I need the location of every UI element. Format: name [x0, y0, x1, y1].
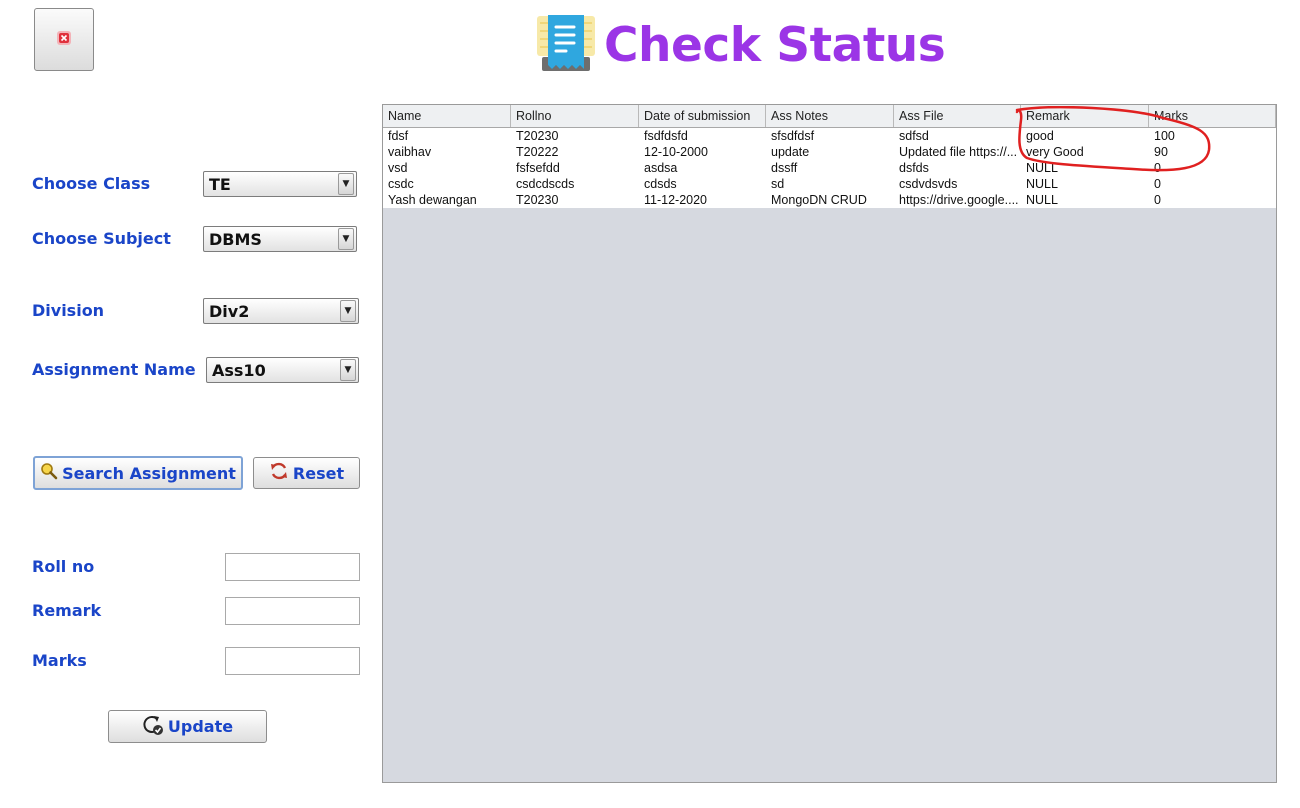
cell-remark: very Good	[1026, 145, 1084, 159]
column-header-name[interactable]: Name	[383, 105, 511, 127]
page-header: Check Status	[536, 13, 946, 77]
table-row[interactable]: vaibhav T20222 12-10-2000 update Updated…	[383, 144, 1276, 160]
update-icon	[142, 714, 164, 740]
cell-notes: MongoDN CRUD	[771, 193, 867, 207]
cell-notes: dssff	[771, 161, 798, 175]
assignment-name-label: Assignment Name	[32, 360, 196, 379]
assignments-table[interactable]: Name Rollno Date of submission Ass Notes…	[382, 104, 1277, 783]
magnifier-icon	[40, 462, 58, 484]
chevron-down-icon: ▼	[338, 173, 354, 195]
remark-input[interactable]	[225, 597, 360, 625]
column-header-notes[interactable]: Ass Notes	[766, 105, 894, 127]
close-icon	[56, 30, 72, 50]
receipt-icon	[536, 13, 596, 77]
rollno-label: Roll no	[32, 557, 95, 576]
cell-remark: NULL	[1026, 177, 1058, 191]
reset-button[interactable]: Reset	[253, 457, 360, 489]
cell-file: csdvdsvds	[899, 177, 958, 191]
subject-select-value: DBMS	[209, 229, 262, 249]
choose-class-label: Choose Class	[32, 174, 151, 193]
cell-date: asdsa	[644, 161, 678, 175]
remark-label: Remark	[32, 601, 102, 620]
reset-label: Reset	[292, 463, 345, 483]
column-header-date[interactable]: Date of submission	[639, 105, 766, 127]
search-assignment-button[interactable]: Search Assignment	[33, 456, 243, 490]
choose-subject-label: Choose Subject	[32, 229, 171, 248]
cell-file: sdfsd	[899, 129, 929, 143]
cell-date: 12-10-2000	[644, 145, 708, 159]
refresh-icon	[269, 461, 289, 485]
update-button[interactable]: Update	[108, 710, 267, 743]
chevron-down-icon: ▼	[338, 228, 354, 250]
class-select-value: TE	[209, 174, 231, 194]
table-body: fdsf T20230 fsdfdsfd sfsdfdsf sdfsd good…	[383, 128, 1276, 208]
cell-date: cdsds	[644, 177, 677, 191]
chevron-down-icon: ▼	[340, 359, 356, 381]
cell-marks: 0	[1154, 161, 1161, 175]
cell-date: 11-12-2020	[644, 193, 708, 207]
subject-select[interactable]: DBMS ▼	[203, 226, 357, 252]
cell-notes: update	[771, 145, 810, 159]
cell-rollno: T20230	[516, 193, 559, 207]
table-row[interactable]: vsd fsfsefdd asdsa dssff dsfds NULL 0	[383, 160, 1276, 176]
page-title: Check Status	[604, 17, 946, 73]
column-header-remark[interactable]: Remark	[1021, 105, 1149, 127]
cell-marks: 100	[1154, 129, 1175, 143]
table-row[interactable]: csdc csdcdscds cdsds sd csdvdsvds NULL 0	[383, 176, 1276, 192]
cell-file: Updated file https://...	[899, 145, 1018, 159]
marks-label: Marks	[32, 651, 87, 670]
rollno-input[interactable]	[225, 553, 360, 581]
update-label: Update	[167, 717, 234, 736]
cell-remark: NULL	[1026, 193, 1058, 207]
cell-marks: 90	[1154, 145, 1168, 159]
cell-name: vaibhav	[388, 145, 432, 159]
column-header-marks[interactable]: Marks	[1149, 105, 1276, 127]
cell-marks: 0	[1154, 177, 1161, 191]
division-select[interactable]: Div2 ▼	[203, 298, 359, 324]
assignment-select-value: Ass10	[212, 360, 266, 380]
cell-name: csdc	[388, 177, 414, 191]
column-header-file[interactable]: Ass File	[894, 105, 1021, 127]
cell-notes: sd	[771, 177, 785, 191]
cell-notes: sfsdfdsf	[771, 129, 815, 143]
cell-name: vsd	[388, 161, 408, 175]
division-select-value: Div2	[209, 301, 250, 321]
cell-rollno: T20230	[516, 129, 559, 143]
cell-file: dsfds	[899, 161, 929, 175]
table-header: Name Rollno Date of submission Ass Notes…	[383, 105, 1276, 128]
cell-file: https://drive.google....	[899, 193, 1019, 207]
cell-remark: NULL	[1026, 161, 1058, 175]
cell-remark: good	[1026, 129, 1054, 143]
table-row[interactable]: Yash dewangan T20230 11-12-2020 MongoDN …	[383, 192, 1276, 208]
chevron-down-icon: ▼	[340, 300, 356, 322]
cell-marks: 0	[1154, 193, 1161, 207]
cell-name: fdsf	[388, 129, 409, 143]
cell-rollno: csdcdscds	[516, 177, 575, 191]
class-select[interactable]: TE ▼	[203, 171, 357, 197]
marks-input[interactable]	[225, 647, 360, 675]
search-assignment-label: Search Assignment	[62, 463, 236, 483]
cell-date: fsdfdsfd	[644, 129, 688, 143]
division-label: Division	[32, 301, 105, 320]
cell-name: Yash dewangan	[388, 193, 477, 207]
column-header-rollno[interactable]: Rollno	[511, 105, 639, 127]
close-button[interactable]	[34, 8, 94, 71]
cell-rollno: fsfsefdd	[516, 161, 560, 175]
cell-rollno: T20222	[516, 145, 559, 159]
table-row[interactable]: fdsf T20230 fsdfdsfd sfsdfdsf sdfsd good…	[383, 128, 1276, 144]
assignment-select[interactable]: Ass10 ▼	[206, 357, 359, 383]
